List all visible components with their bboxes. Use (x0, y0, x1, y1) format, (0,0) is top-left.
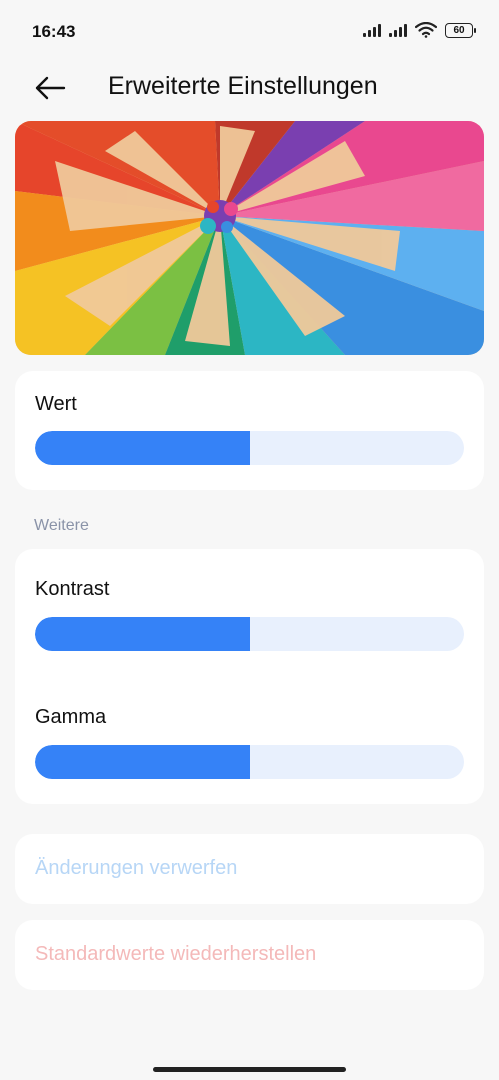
kontrast-slider-fill (35, 617, 250, 651)
section-title-weitere: Weitere (34, 517, 89, 534)
gamma-slider[interactable] (35, 745, 464, 779)
signal-icon (363, 23, 381, 37)
home-indicator[interactable] (153, 1067, 346, 1072)
signal-icon-2 (389, 23, 407, 37)
wert-label: Wert (35, 393, 77, 415)
kontrast-slider[interactable] (35, 617, 464, 651)
back-arrow-icon[interactable] (34, 74, 66, 102)
wifi-icon (415, 22, 437, 38)
wert-slider[interactable] (35, 431, 464, 465)
battery-icon: 60 (445, 22, 476, 38)
gamma-label: Gamma (35, 706, 107, 728)
restore-defaults-label: Standardwerte wiederherstellen (35, 943, 317, 965)
gamma-slider-fill (35, 745, 250, 779)
colored-pencils-image (15, 121, 484, 355)
discard-changes-button[interactable]: Änderungen verwerfen (15, 834, 484, 904)
kontrast-label: Kontrast (35, 578, 110, 600)
status-icons: 60 (363, 22, 476, 38)
status-bar: 16:43 60 (0, 0, 499, 66)
page-title: Erweiterte Einstellungen (108, 72, 378, 100)
restore-defaults-button[interactable]: Standardwerte wiederherstellen (15, 920, 484, 990)
wert-card: Wert (15, 371, 484, 490)
banner-image (15, 121, 484, 355)
wert-slider-fill (35, 431, 250, 465)
weitere-card: Kontrast Gamma (15, 549, 484, 804)
discard-changes-label: Änderungen verwerfen (35, 857, 238, 879)
header: Erweiterte Einstellungen (0, 60, 499, 116)
status-time: 16:43 (32, 22, 76, 41)
